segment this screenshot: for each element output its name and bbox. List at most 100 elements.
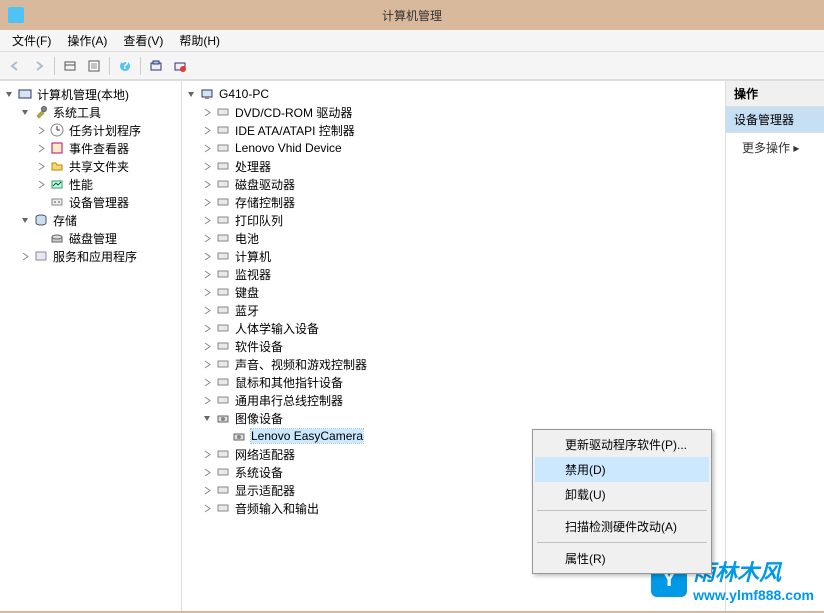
ctx-update-driver[interactable]: 更新驱动程序软件(P)... [535, 432, 709, 457]
chevron-right-icon[interactable] [202, 125, 213, 136]
chevron-right-icon[interactable] [202, 179, 213, 190]
tree-item[interactable]: 磁盘管理 [36, 229, 181, 247]
device-category[interactable]: 计算机 [202, 247, 725, 265]
tree-label: 网络适配器 [235, 446, 295, 463]
tree-label: 共享文件夹 [69, 158, 129, 175]
menu-action[interactable]: 操作(A) [59, 30, 115, 51]
ctx-uninstall[interactable]: 卸载(U) [535, 482, 709, 507]
chevron-right-icon[interactable] [202, 467, 213, 478]
device-category[interactable]: 打印队列 [202, 211, 725, 229]
device-icon [215, 392, 231, 408]
chevron-down-icon[interactable] [20, 107, 31, 118]
chevron-right-icon[interactable] [202, 395, 213, 406]
chevron-right-icon[interactable] [36, 125, 47, 136]
shared-folders-icon [49, 158, 65, 174]
nav-fwd-button[interactable] [28, 55, 50, 77]
tree-storage[interactable]: 存储 [20, 211, 181, 229]
chevron-right-icon[interactable] [20, 251, 31, 262]
tw-empty [36, 233, 47, 244]
menu-help[interactable]: 帮助(H) [171, 30, 228, 51]
device-category-imaging[interactable]: 图像设备 [202, 409, 725, 427]
tree-label: 打印队列 [235, 212, 283, 229]
chevron-right-icon[interactable] [202, 305, 213, 316]
device-icon [215, 356, 231, 372]
device-category[interactable]: Lenovo Vhid Device [202, 139, 725, 157]
ctx-properties[interactable]: 属性(R) [535, 546, 709, 571]
ctx-disable[interactable]: 禁用(D) [535, 457, 709, 482]
chevron-right-icon[interactable] [202, 377, 213, 388]
chevron-right-icon[interactable] [202, 107, 213, 118]
menu-sep [537, 510, 707, 511]
tree-item[interactable]: 性能 [36, 175, 181, 193]
device-category[interactable]: IDE ATA/ATAPI 控制器 [202, 121, 725, 139]
nav-back-button[interactable] [4, 55, 26, 77]
watermark-url: www.ylmf888.com [693, 587, 814, 603]
menu-view[interactable]: 查看(V) [115, 30, 171, 51]
device-category[interactable]: 键盘 [202, 283, 725, 301]
device-category[interactable]: 蓝牙 [202, 301, 725, 319]
tree-item[interactable]: 事件查看器 [36, 139, 181, 157]
tree-root[interactable]: 计算机管理(本地) [4, 85, 181, 103]
tree-label: 计算机管理(本地) [37, 86, 129, 103]
chevron-down-icon[interactable] [4, 89, 15, 100]
ctx-scan-hw[interactable]: 扫描检测硬件改动(A) [535, 514, 709, 539]
tree-label: 性能 [69, 176, 93, 193]
device-category[interactable]: 磁盘驱动器 [202, 175, 725, 193]
show-hide-button[interactable] [59, 55, 81, 77]
chevron-down-icon[interactable] [20, 215, 31, 226]
device-icon [215, 284, 231, 300]
menu-file[interactable]: 文件(F) [4, 30, 59, 51]
chevron-right-icon[interactable] [202, 503, 213, 514]
chevron-right-icon[interactable] [202, 143, 213, 154]
chevron-right-icon[interactable] [202, 233, 213, 244]
chevron-right-icon[interactable] [202, 251, 213, 262]
chevron-right-icon[interactable] [202, 287, 213, 298]
device-icon [215, 248, 231, 264]
properties-button[interactable] [83, 55, 105, 77]
tree-services[interactable]: 服务和应用程序 [20, 247, 181, 265]
tree-systools[interactable]: 系统工具 [20, 103, 181, 121]
toolbar-sep [140, 57, 141, 75]
more-actions-link[interactable]: 更多操作 ▸ [726, 133, 824, 160]
chevron-right-icon[interactable] [36, 179, 47, 190]
scan-hw-button[interactable] [145, 55, 167, 77]
chevron-right-icon[interactable] [202, 269, 213, 280]
context-menu: 更新驱动程序软件(P)... 禁用(D) 卸载(U) 扫描检测硬件改动(A) 属… [532, 429, 712, 574]
chevron-right-icon[interactable] [202, 323, 213, 334]
chevron-right-icon[interactable] [36, 143, 47, 154]
device-icon [215, 266, 231, 282]
device-category[interactable]: 声音、视频和游戏控制器 [202, 355, 725, 373]
tree-item[interactable]: 设备管理器 [36, 193, 181, 211]
device-category[interactable]: 软件设备 [202, 337, 725, 355]
device-category[interactable]: 电池 [202, 229, 725, 247]
device-icon [215, 158, 231, 174]
chevron-right-icon[interactable] [202, 341, 213, 352]
device-category[interactable]: 存储控制器 [202, 193, 725, 211]
chevron-right-icon[interactable] [202, 161, 213, 172]
chevron-right-icon[interactable] [202, 197, 213, 208]
device-category[interactable]: 处理器 [202, 157, 725, 175]
device-category[interactable]: 人体学输入设备 [202, 319, 725, 337]
tree-label: G410-PC [219, 87, 269, 101]
tree-label: 监视器 [235, 266, 271, 283]
tree-item[interactable]: 共享文件夹 [36, 157, 181, 175]
tree-label: 事件查看器 [69, 140, 129, 157]
help-button[interactable]: ? [114, 55, 136, 77]
menu-sep [537, 542, 707, 543]
chevron-down-icon[interactable] [202, 413, 213, 424]
tree-label: 图像设备 [235, 410, 283, 427]
device-category[interactable]: 监视器 [202, 265, 725, 283]
uninstall-button[interactable] [169, 55, 191, 77]
chevron-right-icon[interactable] [202, 359, 213, 370]
device-category[interactable]: 鼠标和其他指针设备 [202, 373, 725, 391]
device-category[interactable]: 通用串行总线控制器 [202, 391, 725, 409]
device-category[interactable]: DVD/CD-ROM 驱动器 [202, 103, 725, 121]
tree-item[interactable]: 任务计划程序 [36, 121, 181, 139]
chevron-right-icon[interactable] [36, 161, 47, 172]
chevron-right-icon[interactable] [202, 215, 213, 226]
chevron-right-icon[interactable] [202, 449, 213, 460]
chevron-down-icon[interactable] [186, 89, 197, 100]
scheduler-icon [49, 122, 65, 138]
device-root[interactable]: G410-PC [186, 85, 725, 103]
chevron-right-icon[interactable] [202, 485, 213, 496]
